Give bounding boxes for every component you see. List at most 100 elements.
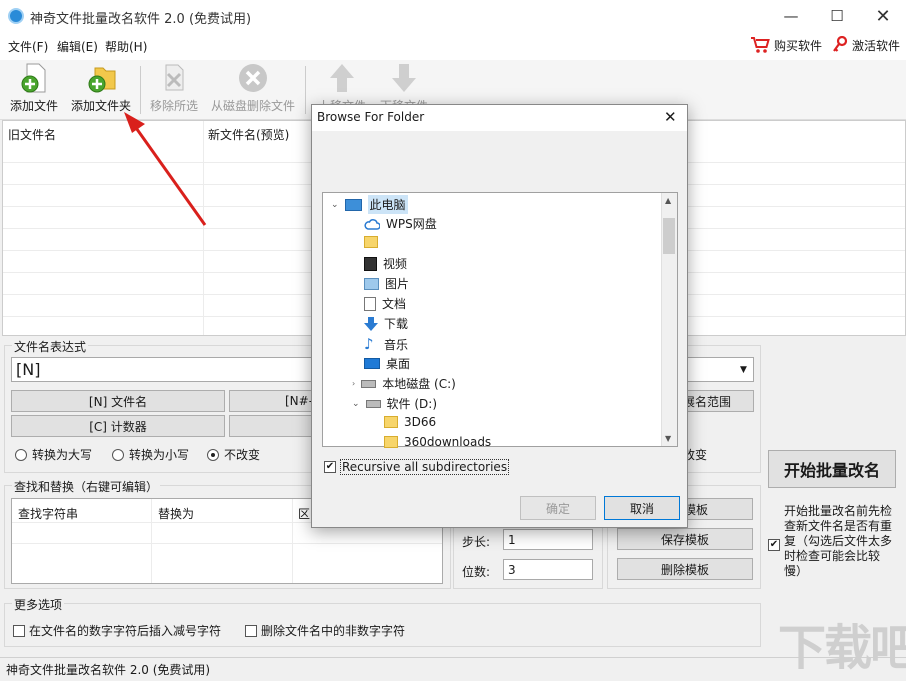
tree-item-desktop[interactable]: 桌面 xyxy=(364,355,410,372)
add-folder-icon xyxy=(88,67,116,93)
document-icon xyxy=(364,296,376,311)
lower-case-radio[interactable]: 转换为小写 xyxy=(112,446,189,463)
toolbar-separator xyxy=(140,66,141,114)
dialog-cancel-button[interactable]: 取消 xyxy=(604,496,680,520)
digits-input[interactable]: 3 xyxy=(503,559,593,580)
status-text: 神奇文件批量改名软件 2.0 (免费试用) xyxy=(6,663,211,677)
download-icon xyxy=(364,316,378,331)
menu-file[interactable]: 文件(F) xyxy=(8,38,48,55)
dialog-title: Browse For Folder xyxy=(317,110,425,124)
scroll-up-icon[interactable]: ▲ xyxy=(665,196,671,205)
add-file-icon xyxy=(21,63,46,93)
expression-section-title: 文件名表达式 xyxy=(12,338,89,355)
no-change-radio[interactable]: 不改变 xyxy=(207,446,260,463)
checkbox-box xyxy=(245,624,257,637)
minimize-icon[interactable]: — xyxy=(768,0,814,32)
tree-item-unnamed-folder[interactable] xyxy=(364,236,384,248)
remove-selected-button[interactable]: 移除所选 xyxy=(150,62,198,114)
remove-nondigit-label: 删除文件名中的非数字字符 xyxy=(261,624,406,638)
buy-software-link[interactable]: 购买软件 xyxy=(750,36,822,54)
remove-icon xyxy=(165,64,184,91)
scrollbar-thumb[interactable] xyxy=(663,218,675,254)
tree-item-music[interactable]: ♪ 音乐 xyxy=(364,335,408,353)
delete-template-button[interactable]: 删除模板 xyxy=(617,558,753,580)
column-old-name[interactable]: 旧文件名 xyxy=(8,126,56,143)
tree-collapse-icon[interactable]: ⌄ xyxy=(352,399,360,409)
delete-icon xyxy=(239,64,267,92)
activate-software-label: 激活软件 xyxy=(852,38,901,53)
upper-case-radio[interactable]: 转换为大写 xyxy=(15,446,92,463)
row-line xyxy=(12,543,442,544)
tree-collapse-icon[interactable]: ⌄ xyxy=(331,200,339,210)
close-icon[interactable]: ✕ xyxy=(860,0,906,32)
computer-icon xyxy=(344,198,362,211)
start-rename-button[interactable]: 开始批量改名 xyxy=(768,450,896,488)
insert-counter-button[interactable]: [C] 计数器 xyxy=(11,415,225,437)
column-find[interactable]: 查找字符串 xyxy=(18,505,78,522)
add-folder-button[interactable]: 添加文件夹 xyxy=(71,62,131,114)
check-text-line: 慢） xyxy=(784,564,809,578)
app-icon xyxy=(8,8,24,24)
tree-item-pictures[interactable]: 图片 xyxy=(364,275,409,292)
add-file-label: 添加文件 xyxy=(10,99,59,113)
delete-from-disk-button[interactable]: 从磁盘删除文件 xyxy=(211,62,295,114)
add-file-button[interactable]: 添加文件 xyxy=(10,62,58,114)
dialog-ok-button[interactable]: 确定 xyxy=(520,496,596,520)
tree-item-downloads[interactable]: 下载 xyxy=(364,315,408,332)
tree-item-label: 文档 xyxy=(382,297,407,311)
column-divider xyxy=(151,499,152,583)
tree-item-label: 3D66 xyxy=(404,415,437,429)
insert-name-button[interactable]: [N] 文件名 xyxy=(11,390,225,412)
checkbox-check-icon: ✔ xyxy=(324,461,336,473)
chevron-down-icon[interactable]: ▼ xyxy=(740,365,747,375)
check-duplicates-checkbox[interactable]: ✔ xyxy=(768,536,780,551)
maximize-icon[interactable]: ☐ xyxy=(814,0,860,32)
watermark-text: 下载吧 xyxy=(778,620,906,676)
cloud-icon xyxy=(364,218,380,230)
tree-item-documents[interactable]: 文档 xyxy=(364,295,406,312)
checkbox-check-icon: ✔ xyxy=(768,539,780,551)
tree-item-videos[interactable]: 视频 xyxy=(364,255,407,272)
check-text-line: 开始批量改名前先检 xyxy=(784,504,893,518)
column-third[interactable]: 区 xyxy=(298,505,310,522)
folder-icon xyxy=(384,416,398,428)
tree-expand-icon[interactable]: › xyxy=(352,379,355,388)
tree-item-3d66[interactable]: 3D66 xyxy=(384,415,436,429)
column-new-name[interactable]: 新文件名(预览) xyxy=(208,126,289,143)
column-replace[interactable]: 替换为 xyxy=(158,505,194,522)
tree-item-drive-d[interactable]: ⌄ 软件 (D:) xyxy=(352,395,437,412)
tree-item-label: 软件 (D:) xyxy=(386,397,438,411)
folder-icon xyxy=(384,436,398,448)
menu-help[interactable]: 帮助(H) xyxy=(105,38,147,55)
menu-edit[interactable]: 编辑(E) xyxy=(57,38,98,55)
remove-nondigit-checkbox[interactable]: 删除文件名中的非数字字符 xyxy=(245,622,405,639)
step-input[interactable]: 1 xyxy=(503,529,593,550)
arrow-up-icon xyxy=(330,64,354,92)
lower-case-label: 转换为小写 xyxy=(129,448,190,462)
remove-selected-label: 移除所选 xyxy=(150,99,199,113)
radio-indicator xyxy=(112,448,124,461)
radio-indicator xyxy=(15,448,27,461)
scroll-down-icon[interactable]: ▼ xyxy=(665,434,671,443)
find-replace-title: 查找和替换（右键可编辑） xyxy=(12,478,161,495)
tree-item-360downloads[interactable]: 360downloads xyxy=(384,435,491,449)
buy-software-label: 购买软件 xyxy=(774,38,823,53)
tree-item-this-pc[interactable]: ⌄ 此电脑 xyxy=(331,195,408,214)
save-template-button[interactable]: 保存模板 xyxy=(617,528,753,550)
tree-item-label: 下载 xyxy=(384,317,409,331)
digits-label: 位数: xyxy=(462,565,491,579)
no-change-label: 不改变 xyxy=(224,448,261,462)
activate-software-link[interactable]: 激活软件 xyxy=(832,36,900,54)
recursive-checkbox[interactable]: ✔ Recursive all subdirectories xyxy=(324,459,510,475)
insert-minus-checkbox[interactable]: 在文件名的数字字符后插入减号字符 xyxy=(13,622,221,639)
tree-item-label: 桌面 xyxy=(386,357,411,371)
more-options-title: 更多选项 xyxy=(12,596,65,613)
tree-item-drive-c[interactable]: › 本地磁盘 (C:) xyxy=(352,375,456,392)
dialog-close-icon[interactable]: ✕ xyxy=(664,108,677,126)
check-duplicates-text: 开始批量改名前先检 查新文件名是否有重 复（勾选后文件太多 时检查可能会比较 慢… xyxy=(784,504,902,579)
delete-from-disk-label: 从磁盘删除文件 xyxy=(211,99,296,113)
checkbox-box xyxy=(13,624,25,637)
step-label: 步长: xyxy=(462,535,491,549)
tree-item-wps-cloud[interactable]: WPS网盘 xyxy=(364,215,437,232)
tree-item-label: 音乐 xyxy=(384,337,409,352)
